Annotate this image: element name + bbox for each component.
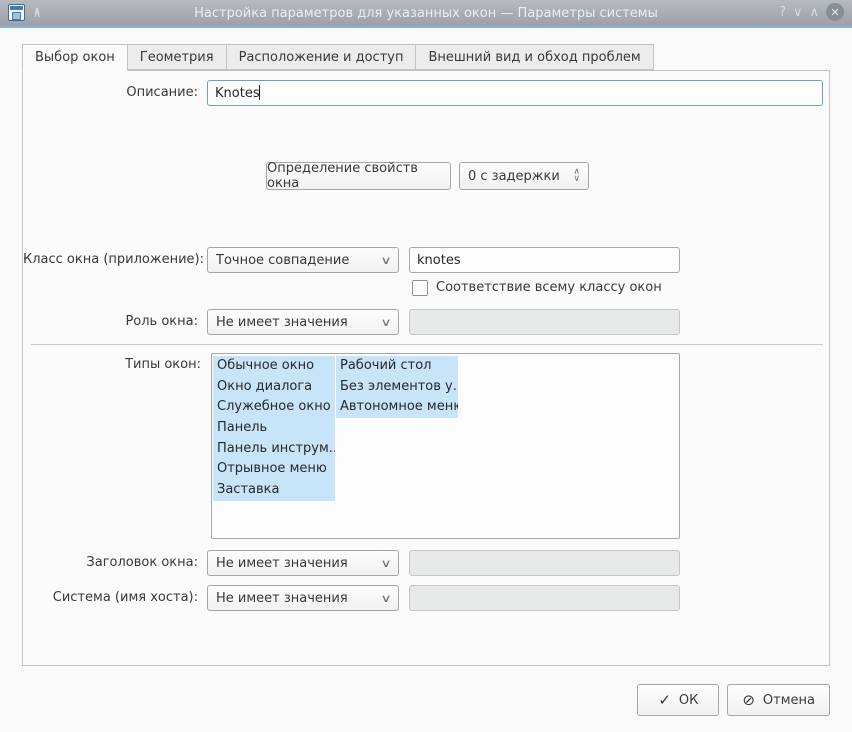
description-input[interactable] (207, 80, 823, 106)
window-role-input (409, 309, 680, 335)
cancel-button-label: Отмена (762, 692, 815, 708)
app-window-icon[interactable] (8, 4, 25, 21)
ok-button[interactable]: ✓ ОК (637, 684, 720, 716)
tab-window-matching[interactable]: Выбор окон (22, 44, 128, 71)
window-title-label: Заголовок окна: (86, 555, 198, 570)
close-button[interactable]: ✕ (826, 3, 844, 21)
machine-input (409, 585, 680, 611)
window-class-label: Класс окна (приложение): (23, 252, 204, 267)
cancel-button[interactable]: ⊘ Отмена (727, 684, 830, 716)
spinner-arrows-icon[interactable]: ∧ ∨ (573, 168, 580, 184)
chevron-down-icon: ∨ (380, 591, 392, 605)
window-role-label: Роль окна: (125, 314, 198, 329)
window-matching-pane: Описание: Определение свойств окна 0 с з… (22, 70, 830, 666)
checkmark-icon: ✓ (658, 691, 671, 709)
chevron-down-icon: ∨ (380, 315, 392, 329)
combo-selected-value: Точное совпадение (216, 252, 350, 268)
titlebar[interactable]: Настройка параметров для указанных окон … (0, 0, 852, 28)
chevron-down-icon: ∨ (380, 253, 392, 267)
combo-selected-value: Не имеет значения (216, 555, 348, 571)
match-whole-class-checkbox[interactable] (412, 280, 428, 296)
list-item[interactable]: Окно диалога (213, 376, 335, 398)
combo-selected-value: Не имеет значения (216, 590, 348, 606)
cancel-slash-icon: ⊘ (742, 691, 755, 709)
delay-spinbox[interactable]: 0 с задержки ∧ ∨ (459, 162, 589, 190)
system-settings-window: Настройка параметров для указанных окон … (0, 0, 852, 732)
list-item[interactable]: Отрывное меню (213, 459, 335, 481)
machine-label: Система (имя хоста): (52, 590, 198, 605)
window-types-listbox[interactable]: Обычное окно Окно диалога Служебное окно… (211, 353, 680, 539)
delay-value: 0 с задержки (468, 168, 560, 184)
description-label: Описание: (126, 85, 198, 100)
dialog-button-row: ✓ ОК ⊘ Отмена (0, 684, 830, 716)
window-title-input (409, 550, 680, 576)
tab-appearance-workarounds[interactable]: Внешний вид и обход проблем (416, 44, 654, 70)
close-icon: ✕ (830, 5, 840, 19)
keep-above-icon[interactable]: ∧ ∧ (33, 5, 41, 19)
window-title: Настройка параметров для указанных окон … (194, 5, 658, 21)
list-item[interactable]: Служебное окно (213, 397, 335, 419)
chevron-down-icon: ∨ (380, 556, 392, 570)
list-item[interactable]: Рабочий стол (336, 356, 458, 377)
tab-geometry[interactable]: Геометрия (127, 44, 227, 70)
list-item[interactable]: Заставка (213, 480, 335, 501)
list-item[interactable]: Панель (213, 418, 335, 439)
text-caret (259, 85, 260, 100)
help-button[interactable]: ? (779, 6, 786, 19)
match-whole-class-label: Соответствие всему классу окон (436, 280, 662, 295)
list-item[interactable]: Обычное окно (213, 356, 335, 377)
detect-button-label: Определение свойств окна (267, 161, 418, 191)
detect-window-properties-button[interactable]: Определение свойств окна (266, 161, 451, 191)
maximize-button[interactable]: ∧ (809, 6, 819, 19)
window-types-column-2: Рабочий стол Без элементов у... Автономн… (336, 356, 458, 419)
ok-button-label: ОК (678, 692, 699, 708)
window-title-match-combo[interactable]: Не имеет значения ∨ (207, 550, 399, 576)
list-item[interactable]: Панель инструм... (213, 438, 335, 460)
tab-bar: Выбор окон Геометрия Расположение и дост… (22, 44, 654, 71)
window-class-input[interactable] (409, 247, 680, 273)
window-role-match-combo[interactable]: Не имеет значения ∨ (207, 309, 399, 335)
window-types-label: Типы окон: (125, 357, 201, 372)
machine-match-combo[interactable]: Не имеет значения ∨ (207, 585, 399, 611)
window-types-column-1: Обычное окно Окно диалога Служебное окно… (213, 356, 335, 501)
minimize-button[interactable]: ∨ (793, 6, 803, 19)
combo-selected-value: Не имеет значения (216, 314, 348, 330)
tab-arrangement-access[interactable]: Расположение и доступ (226, 44, 417, 70)
window-class-match-combo[interactable]: Точное совпадение ∨ (207, 247, 399, 273)
section-separator (31, 344, 823, 345)
list-item[interactable]: Без элементов у... (336, 376, 458, 398)
list-item[interactable]: Автономное меню (336, 397, 458, 419)
